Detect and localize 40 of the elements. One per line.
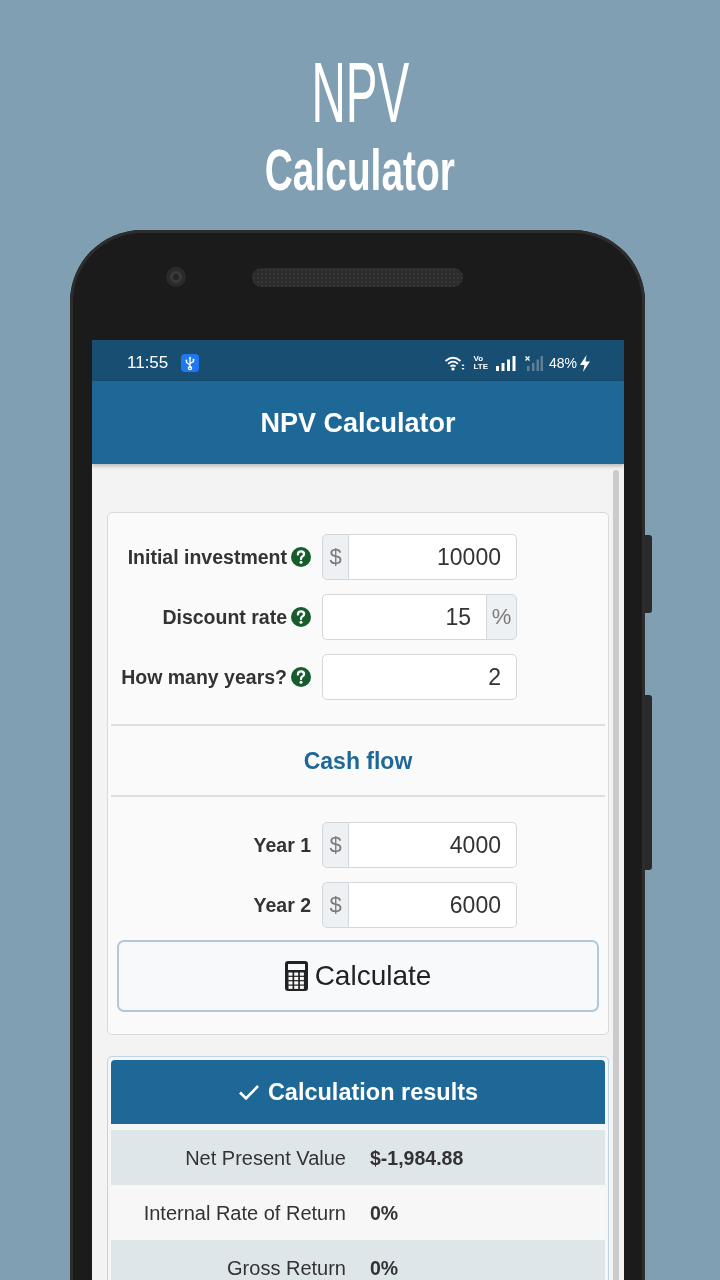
wifi-icon (445, 355, 466, 371)
field-label: Initial investment (127, 545, 287, 569)
field-label: How many years? (121, 665, 287, 689)
number-input[interactable]: 15 (322, 594, 486, 640)
signal-icon (495, 355, 516, 371)
promo-title: NPV (311, 50, 409, 135)
year-label: Year 1 (253, 833, 311, 857)
calculate-button[interactable]: Calculate (117, 940, 599, 1012)
result-label: Net Present Value (184, 1145, 346, 1170)
suffix-label: % (486, 594, 517, 640)
side-button[interactable] (645, 695, 652, 870)
result-label: Gross Return (226, 1255, 346, 1280)
result-value: 0% (370, 1255, 400, 1280)
battery-percent: 48% (548, 355, 577, 371)
volte-label: LTE (473, 363, 488, 371)
year-label: Year 2 (253, 893, 311, 917)
app-title: NPV Calculator (260, 406, 456, 439)
camera-lens-icon (166, 267, 186, 287)
number-input[interactable]: 4000 (349, 822, 517, 868)
usb-icon (181, 354, 200, 372)
promo-subtitle: Calculator (264, 141, 455, 199)
result-label: Internal Rate of Return (142, 1200, 346, 1225)
number-input[interactable]: 2 (322, 654, 517, 700)
section-title: Cash flow (303, 746, 413, 775)
no-signal-icon (524, 355, 543, 371)
field-label: Discount rate (162, 605, 287, 629)
result-value: 0% (370, 1200, 400, 1225)
number-input[interactable]: 6000 (349, 882, 517, 928)
prefix-label: $ (322, 882, 349, 928)
charging-bolt-icon (580, 354, 590, 372)
check-icon (237, 1083, 260, 1101)
results-title: Calculation results (267, 1078, 479, 1106)
calculator-icon (284, 961, 308, 991)
volte-label: Vo (473, 355, 485, 363)
status-time: 11:55 (127, 353, 169, 373)
number-input[interactable]: 10000 (349, 534, 517, 580)
result-value: $-1,984.88 (370, 1145, 465, 1170)
side-button[interactable] (645, 535, 652, 613)
prefix-label: $ (322, 534, 349, 580)
prefix-label: $ (322, 822, 349, 868)
